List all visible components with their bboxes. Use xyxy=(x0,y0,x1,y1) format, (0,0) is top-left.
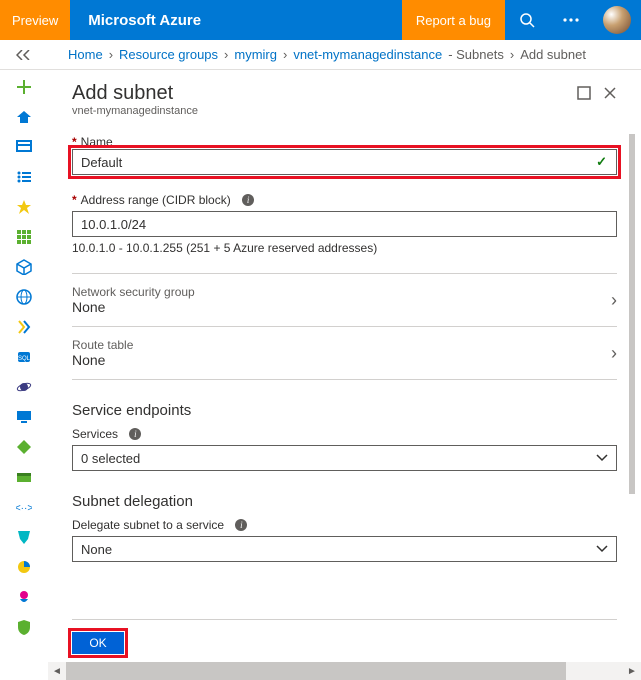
breadcrumb: Home› Resource groups› mymirg› vnet-myma… xyxy=(48,40,641,69)
breadcrumb-add-subnet: Add subnet xyxy=(520,47,586,62)
add-icon[interactable] xyxy=(15,78,33,96)
vm-icon[interactable] xyxy=(15,408,33,426)
blade-title: Add subnet xyxy=(72,82,577,105)
list-icon[interactable] xyxy=(15,168,33,186)
info-icon[interactable]: i xyxy=(242,194,254,206)
scrollbar-vertical[interactable] xyxy=(625,74,635,610)
identity-icon[interactable] xyxy=(15,528,33,546)
breadcrumb-resource-groups[interactable]: Resource groups xyxy=(119,47,218,62)
search-icon[interactable] xyxy=(505,0,549,40)
chevron-right-icon: › xyxy=(611,343,617,364)
nsg-label: Network security group xyxy=(72,285,611,299)
ok-button[interactable]: OK xyxy=(72,632,124,654)
report-bug-button[interactable]: Report a bug xyxy=(402,0,505,40)
grid-icon[interactable] xyxy=(15,228,33,246)
delegate-label: Delegate subnet to a service i xyxy=(72,518,617,532)
brand-title[interactable]: Microsoft Azure xyxy=(70,0,219,40)
user-avatar[interactable] xyxy=(603,6,631,34)
dashboard-icon[interactable] xyxy=(15,138,33,156)
collapse-sidebar-icon[interactable] xyxy=(0,40,48,69)
address-range-input[interactable] xyxy=(72,211,617,237)
breadcrumb-subnets[interactable]: - Subnets xyxy=(448,47,504,62)
advisor-icon[interactable] xyxy=(15,588,33,606)
sql-icon[interactable]: SQL xyxy=(15,348,33,366)
sidebar: SQL <··> xyxy=(0,70,48,662)
security-icon[interactable] xyxy=(15,618,33,636)
toolbar-row: Home› Resource groups› mymirg› vnet-myma… xyxy=(0,40,641,70)
globe-icon[interactable] xyxy=(15,288,33,306)
svg-text:SQL: SQL xyxy=(18,356,31,362)
home-icon[interactable] xyxy=(15,108,33,126)
services-label: Services i xyxy=(72,427,617,441)
more-icon[interactable] xyxy=(549,0,593,40)
monitor-icon[interactable] xyxy=(15,558,33,576)
chevron-right-icon: › xyxy=(611,290,617,311)
nsg-value: None xyxy=(72,299,611,315)
preview-badge: Preview xyxy=(0,0,70,40)
delegate-select[interactable]: None xyxy=(72,536,617,562)
cosmos-icon[interactable] xyxy=(15,378,33,396)
subnet-delegation-title: Subnet delegation xyxy=(72,493,617,510)
valid-checkmark-icon: ✓ xyxy=(596,154,607,170)
name-label: *Name xyxy=(72,135,617,149)
info-icon[interactable]: i xyxy=(235,519,247,531)
chevron-down-icon xyxy=(596,545,608,553)
storage-icon[interactable] xyxy=(15,468,33,486)
nsg-row[interactable]: Network security group None › xyxy=(72,274,617,326)
breadcrumb-home[interactable]: Home xyxy=(68,47,103,62)
top-bar: Preview Microsoft Azure Report a bug xyxy=(0,0,641,40)
scrollbar-horizontal[interactable]: ◄ ► xyxy=(48,662,641,680)
blade-content: Add subnet vnet-mymanagedinstance *Name … xyxy=(48,70,641,662)
blade-subtitle: vnet-mymanagedinstance xyxy=(72,105,577,117)
service-endpoints-title: Service endpoints xyxy=(72,402,617,419)
close-icon[interactable] xyxy=(603,86,617,100)
svg-text:<··>: <··> xyxy=(16,503,32,514)
route-table-label: Route table xyxy=(72,338,611,352)
breadcrumb-mymirg[interactable]: mymirg xyxy=(234,47,277,62)
services-select[interactable]: 0 selected xyxy=(72,445,617,471)
favorite-icon[interactable] xyxy=(15,198,33,216)
cube-icon[interactable] xyxy=(15,258,33,276)
route-table-row[interactable]: Route table None › xyxy=(72,327,617,379)
network-icon[interactable]: <··> xyxy=(15,498,33,516)
load-balancer-icon[interactable] xyxy=(15,438,33,456)
route-table-value: None xyxy=(72,352,611,368)
breadcrumb-vnet[interactable]: vnet-mymanagedinstance xyxy=(293,47,442,62)
maximize-icon[interactable] xyxy=(577,86,591,100)
info-icon[interactable]: i xyxy=(129,428,141,440)
chevron-down-icon xyxy=(596,454,608,462)
address-range-label: *Address range (CIDR block) i xyxy=(72,193,617,207)
address-range-hint: 10.0.1.0 - 10.0.1.255 (251 + 5 Azure res… xyxy=(72,241,617,255)
name-input[interactable] xyxy=(72,149,617,175)
function-icon[interactable] xyxy=(15,318,33,336)
